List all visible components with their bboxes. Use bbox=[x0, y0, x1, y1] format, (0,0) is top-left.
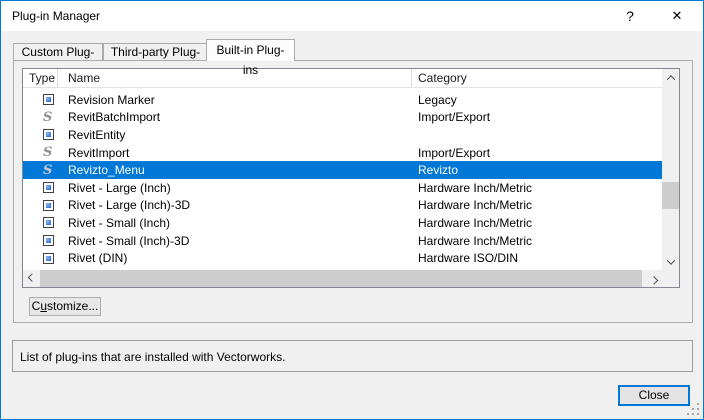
row-type-cell: S bbox=[23, 146, 58, 159]
button-label: C bbox=[32, 299, 41, 313]
tool-icon bbox=[43, 253, 54, 264]
horizontal-scrollbar-thumb[interactable] bbox=[40, 270, 642, 287]
row-type-cell bbox=[23, 235, 58, 246]
row-type-cell: S bbox=[23, 111, 58, 124]
list-header: Type Name Category bbox=[23, 69, 662, 88]
resize-grip-icon[interactable] bbox=[687, 403, 700, 416]
vertical-scrollbar-thumb[interactable] bbox=[662, 182, 679, 209]
tool-icon bbox=[43, 235, 54, 246]
tool-icon bbox=[43, 217, 54, 228]
button-label: Close bbox=[639, 388, 670, 402]
row-category-cell: Hardware Inch/Metric bbox=[412, 198, 662, 212]
script-icon: S bbox=[43, 164, 54, 177]
row-type-cell bbox=[23, 217, 58, 228]
column-header-category[interactable]: Category bbox=[412, 69, 662, 87]
row-category-cell: Legacy bbox=[412, 93, 662, 107]
customize-button[interactable]: Customize... bbox=[29, 297, 101, 316]
tab-custom-plugins[interactable]: Custom Plug-ins bbox=[13, 43, 103, 61]
plugin-list-rows: Revision Marker Legacy S RevitBatchImpor… bbox=[23, 89, 662, 270]
plugin-manager-dialog: Plug-in Manager ? ✕ Custom Plug-ins Thir… bbox=[0, 0, 704, 420]
row-name-cell: RevitImport bbox=[58, 146, 412, 160]
row-name-cell: Revision Marker bbox=[58, 93, 412, 107]
tool-icon bbox=[43, 94, 54, 105]
table-row[interactable]: Rivet - Large (Inch)-3D Hardware Inch/Me… bbox=[23, 197, 662, 215]
row-category-cell: Hardware Inch/Metric bbox=[412, 234, 662, 248]
row-type-cell: S bbox=[23, 164, 58, 177]
table-row[interactable]: Rivet - Small (Inch)-3D Hardware Inch/Me… bbox=[23, 232, 662, 250]
row-name-cell: RevitBatchImport bbox=[58, 110, 412, 124]
scrollbar-corner bbox=[662, 270, 679, 287]
close-button[interactable]: Close bbox=[618, 385, 690, 406]
row-type-cell bbox=[23, 253, 58, 264]
row-name-cell: Revizto_Menu bbox=[58, 163, 412, 177]
button-label: u bbox=[40, 299, 47, 313]
row-name-cell: Rivet - Large (Inch) bbox=[58, 181, 412, 195]
description-box: List of plug-ins that are installed with… bbox=[12, 340, 693, 372]
scroll-up-button[interactable] bbox=[662, 69, 679, 86]
row-name-cell: RevitEntity bbox=[58, 128, 412, 142]
tool-icon bbox=[43, 200, 54, 211]
close-window-button[interactable]: ✕ bbox=[654, 1, 700, 31]
row-category-cell: Import/Export bbox=[412, 146, 662, 160]
row-name-cell: Rivet - Large (Inch)-3D bbox=[58, 198, 412, 212]
row-name-cell: Rivet - Small (Inch) bbox=[58, 216, 412, 230]
table-row[interactable]: S RevitBatchImport Import/Export bbox=[23, 109, 662, 127]
tool-icon bbox=[43, 129, 54, 140]
row-category-cell: Hardware Inch/Metric bbox=[412, 181, 662, 195]
tab-builtin-plugins[interactable]: Built-in Plug-ins bbox=[206, 39, 295, 61]
plugin-list: Type Name Category Revision Marker Legac… bbox=[22, 68, 680, 288]
tool-icon bbox=[43, 182, 54, 193]
row-type-cell bbox=[23, 182, 58, 193]
script-icon: S bbox=[43, 146, 54, 159]
scroll-right-button[interactable] bbox=[645, 270, 662, 287]
chevron-left-icon bbox=[27, 273, 35, 281]
table-row[interactable]: RevitEntity bbox=[23, 126, 662, 144]
chevron-right-icon bbox=[649, 276, 657, 284]
horizontal-scrollbar[interactable] bbox=[23, 270, 662, 287]
table-row[interactable]: S RevitImport Import/Export bbox=[23, 144, 662, 162]
column-header-name[interactable]: Name bbox=[58, 69, 412, 87]
row-type-cell bbox=[23, 200, 58, 211]
row-category-cell: Hardware ISO/DIN bbox=[412, 251, 662, 265]
tab-content-pane: Type Name Category Revision Marker Legac… bbox=[13, 60, 693, 323]
row-category-cell: Import/Export bbox=[412, 110, 662, 124]
row-name-cell: Rivet (DIN) bbox=[58, 251, 412, 265]
row-type-cell bbox=[23, 94, 58, 105]
scroll-left-button[interactable] bbox=[23, 270, 40, 287]
title-bar: Plug-in Manager ? ✕ bbox=[1, 1, 703, 31]
button-label: stomize... bbox=[47, 299, 98, 313]
close-icon: ✕ bbox=[672, 8, 683, 23]
row-type-cell bbox=[23, 129, 58, 140]
row-category-cell: Hardware Inch/Metric bbox=[412, 216, 662, 230]
chevron-up-icon bbox=[666, 75, 674, 83]
script-icon: S bbox=[43, 111, 54, 124]
row-name-cell: Rivet - Small (Inch)-3D bbox=[58, 234, 412, 248]
table-row[interactable]: S Revizto_Menu Revizto bbox=[23, 161, 662, 179]
scroll-down-button[interactable] bbox=[662, 253, 679, 270]
table-row[interactable]: Rivet - Small (Inch) Hardware Inch/Metri… bbox=[23, 214, 662, 232]
status-text: List of plug-ins that are installed with… bbox=[20, 350, 285, 364]
tab-thirdparty-plugins[interactable]: Third-party Plug-ins bbox=[103, 43, 208, 61]
table-row[interactable]: Revision Marker Legacy bbox=[23, 91, 662, 109]
table-row[interactable]: Rivet - Large (Inch) Hardware Inch/Metri… bbox=[23, 179, 662, 197]
table-row[interactable]: Rivet (DIN) Hardware ISO/DIN bbox=[23, 249, 662, 267]
row-category-cell: Revizto bbox=[412, 163, 662, 177]
help-button[interactable]: ? bbox=[607, 1, 653, 31]
help-icon: ? bbox=[626, 8, 634, 24]
chevron-down-icon bbox=[666, 256, 674, 264]
vertical-scrollbar[interactable] bbox=[662, 69, 679, 270]
column-header-type[interactable]: Type bbox=[23, 69, 58, 87]
window-title: Plug-in Manager bbox=[12, 1, 100, 31]
